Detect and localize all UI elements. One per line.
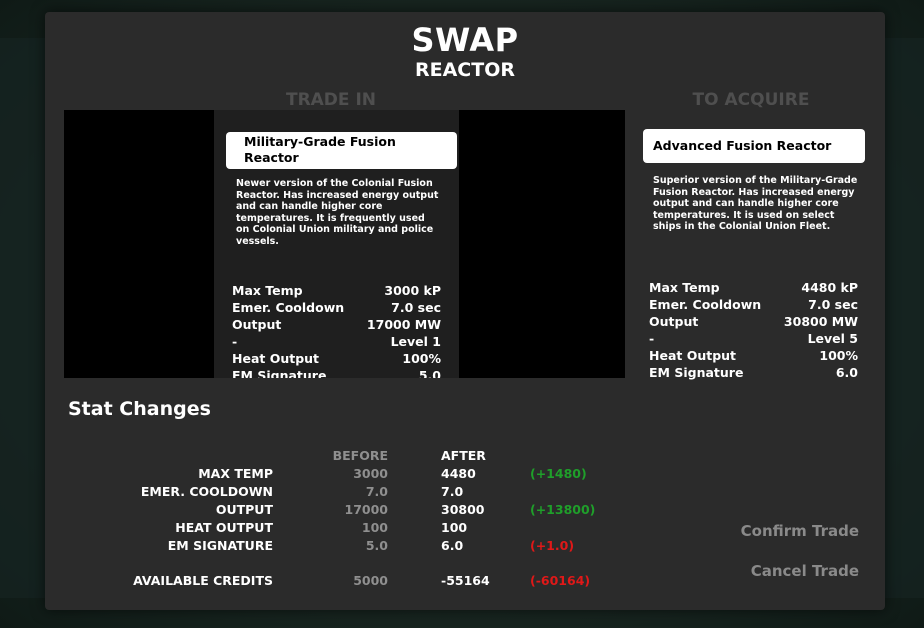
stat-row: EM Signature 6.0 (649, 365, 858, 380)
trade-in-heading: TRADE IN (285, 90, 377, 110)
stat-row: - Level 1 (232, 334, 441, 349)
stat-changes-title: Stat Changes (68, 398, 211, 420)
stat-row: Max Temp 3000 kP (232, 283, 441, 298)
stat-row: Output 30800 MW (649, 314, 858, 329)
trade-in-description: Newer version of the Colonial Fusion Rea… (236, 178, 439, 247)
swap-dialog: SWAP REACTOR TRADE IN TO ACQUIRE Militar… (45, 12, 885, 610)
trade-in-viewport[interactable]: Military-Grade Fusion Reactor Newer vers… (64, 110, 625, 378)
dialog-subtitle: REACTOR (414, 59, 515, 81)
before-column-header: BEFORE (332, 448, 388, 463)
stat-row: Heat Output 100% (649, 348, 858, 363)
stat-row: Max Temp 4480 kP (649, 280, 858, 295)
delta-value: (+1.0) (530, 538, 575, 553)
cancel-trade-button[interactable]: Cancel Trade (751, 562, 859, 580)
trade-in-item-card[interactable]: Military-Grade Fusion Reactor Newer vers… (214, 110, 459, 378)
stat-row: Heat Output 100% (232, 351, 441, 366)
acquire-description: Superior version of the Military-Grade F… (653, 175, 858, 233)
trade-in-stats: Max Temp 3000 kP Emer. Cooldown 7.0 sec Ou… (232, 282, 441, 378)
dialog-title: SWAP (411, 21, 519, 59)
acquire-stats: Max Temp 4480 kP Emer. Cooldown 7.0 sec Ou… (649, 279, 858, 381)
after-column-header: AFTER (441, 448, 486, 463)
stat-row: Output 17000 MW (232, 317, 441, 332)
table-row: OUTPUT 17000 30800 (+13800) (215, 502, 596, 517)
delta-value: (-60164) (530, 573, 591, 588)
table-row: MAX TEMP 3000 4480 (+1480) (198, 466, 587, 481)
acquire-item-name: Advanced Fusion Reactor (643, 129, 865, 163)
delta-value: (+13800) (530, 502, 596, 517)
stat-row: - Level 5 (649, 331, 858, 346)
stat-row: Emer. Cooldown 7.0 sec (649, 297, 858, 312)
stat-row: Emer. Cooldown 7.0 sec (232, 300, 441, 315)
confirm-trade-button[interactable]: Confirm Trade (741, 522, 859, 540)
trade-in-item-name: Military-Grade Fusion Reactor (226, 132, 457, 169)
stat-row: EM Signature 5.0 (232, 368, 441, 378)
to-acquire-heading: TO ACQUIRE (692, 90, 810, 110)
table-row: EMER. COOLDOWN 7.0 7.0 (140, 484, 464, 499)
delta-value: (+1480) (530, 466, 587, 481)
table-header: BEFORE AFTER (45, 447, 885, 465)
